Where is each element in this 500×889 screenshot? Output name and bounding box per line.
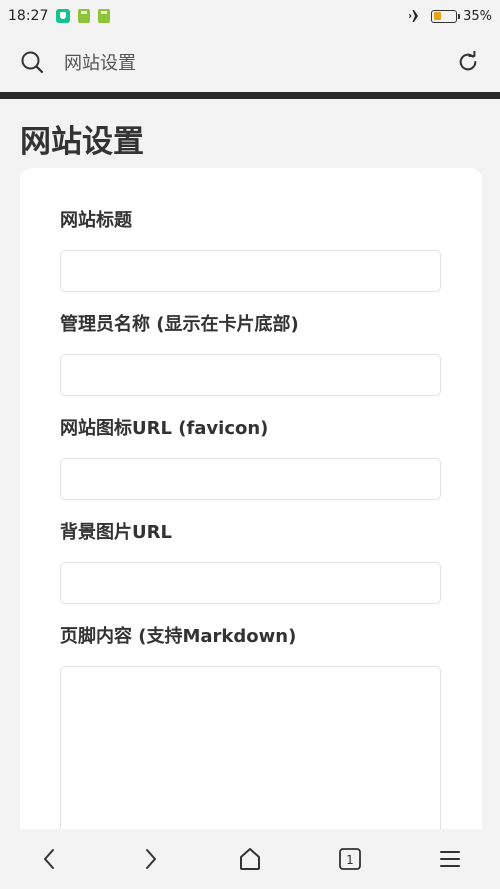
home-icon [240,848,260,870]
footer-content-textarea[interactable] [60,666,441,836]
app-notification-icon [56,9,71,23]
home-button[interactable] [230,839,270,879]
favicon-url-label: 网站图标URL (favicon) [60,418,269,439]
address-bar-text[interactable]: 网站设置 [64,49,454,75]
refresh-icon[interactable] [454,48,482,76]
airplane-mode-icon [409,10,425,22]
tabs-icon: 1 [339,848,361,870]
settings-form-card: 网站标题 管理员名称 (显示在卡片底部) 网站图标URL (favicon) 背… [20,168,482,868]
background-image-url-label: 背景图片URL [60,522,172,543]
battery-percent: 35% [463,8,492,24]
chevron-right-icon [146,849,156,869]
page-title: 网站设置 [20,124,144,160]
menu-icon [440,851,460,867]
page-load-divider [0,92,500,99]
battery-level [433,12,441,20]
admin-name-input[interactable] [60,354,441,396]
notification-icon [78,9,91,23]
notification-icon [98,9,111,23]
site-title-input[interactable] [60,250,441,292]
status-bar: 18:27 35% [0,0,500,32]
status-time: 18:27 [8,8,49,24]
browser-bottom-nav: 1 [0,829,500,889]
admin-name-label: 管理员名称 (显示在卡片底部) [60,314,299,335]
chevron-left-icon [44,849,54,869]
search-icon[interactable] [18,48,46,76]
tab-count: 1 [346,853,354,867]
back-button[interactable] [30,839,70,879]
menu-button[interactable] [430,839,470,879]
site-title-label: 网站标题 [60,210,132,231]
tabs-button[interactable]: 1 [330,839,370,879]
status-right: 35% [409,9,492,24]
browser-top-bar: 网站设置 [0,32,500,92]
background-image-url-input[interactable] [60,562,441,604]
favicon-url-input[interactable] [60,458,441,500]
footer-content-label: 页脚内容 (支持Markdown) [60,626,297,647]
forward-button[interactable] [130,839,170,879]
status-left: 18:27 [8,8,111,24]
battery-icon [431,9,461,23]
